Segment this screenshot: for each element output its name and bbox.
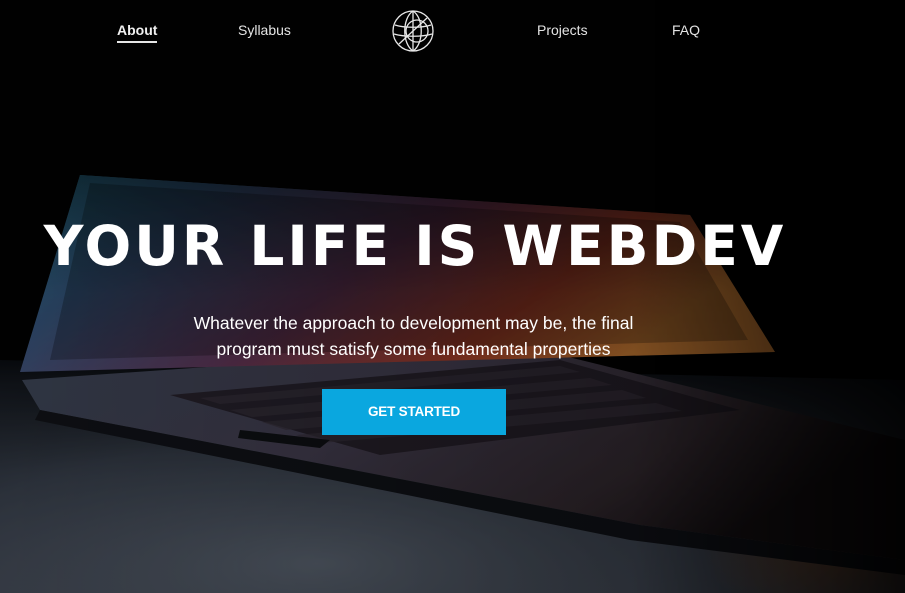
hero-subtitle-line-2: program must satisfy some fundamental pr… xyxy=(216,339,611,359)
nav-link-syllabus[interactable]: Syllabus xyxy=(238,22,291,38)
background-laptop-image xyxy=(0,0,905,593)
hero-subtitle: Whatever the approach to development may… xyxy=(160,310,667,362)
hero-subtitle-line-1: Whatever the approach to development may… xyxy=(193,313,634,333)
nav-link-projects[interactable]: Projects xyxy=(537,22,588,38)
nav-link-faq[interactable]: FAQ xyxy=(672,22,700,38)
top-navigation: About Syllabus Projects FAQ xyxy=(0,0,905,64)
nav-link-about[interactable]: About xyxy=(117,22,158,43)
get-started-button[interactable]: GET STARTED xyxy=(322,389,506,435)
globe-logo-icon[interactable] xyxy=(390,8,436,54)
landing-page: About Syllabus Projects FAQ YOUR LIFE IS… xyxy=(0,0,905,593)
hero-title: YOUR LIFE IS WEBDEV xyxy=(43,214,787,278)
